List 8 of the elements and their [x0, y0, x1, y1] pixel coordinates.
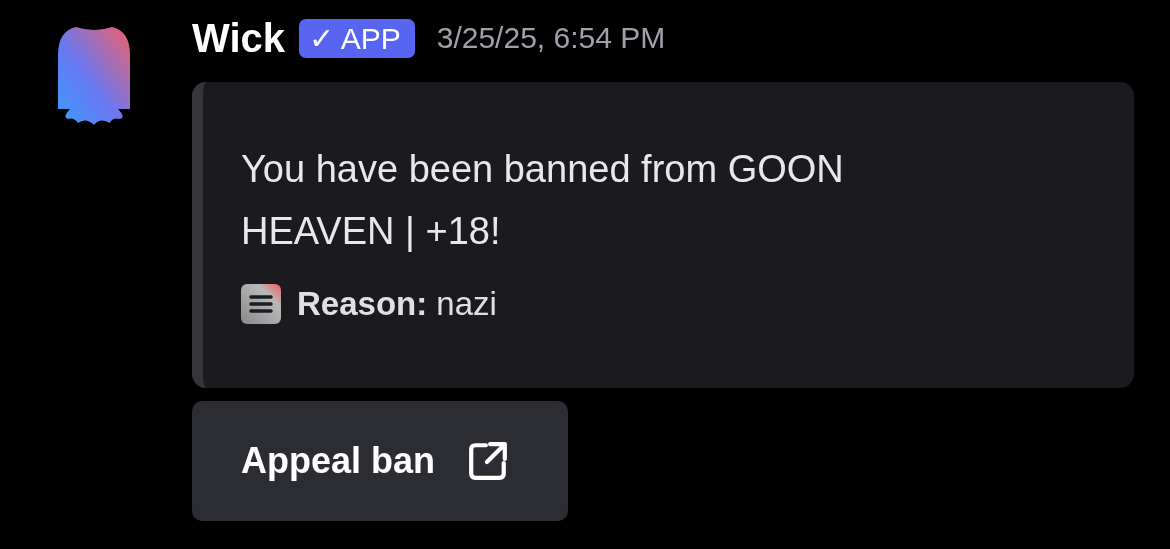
timestamp: 3/25/25, 6:54 PM: [436, 21, 666, 55]
embed-description: You have been banned from GOON HEAVEN | +18!: [241, 147, 845, 254]
appeal-button[interactable]: Appeal ban: [192, 401, 568, 521]
ban-reason: Reason: nazi: [297, 285, 497, 323]
app-badge: ✓ APP: [299, 18, 415, 58]
note-icon: [241, 284, 281, 324]
external-link-icon: [467, 440, 510, 482]
author-name[interactable]: Wick: [192, 15, 285, 61]
